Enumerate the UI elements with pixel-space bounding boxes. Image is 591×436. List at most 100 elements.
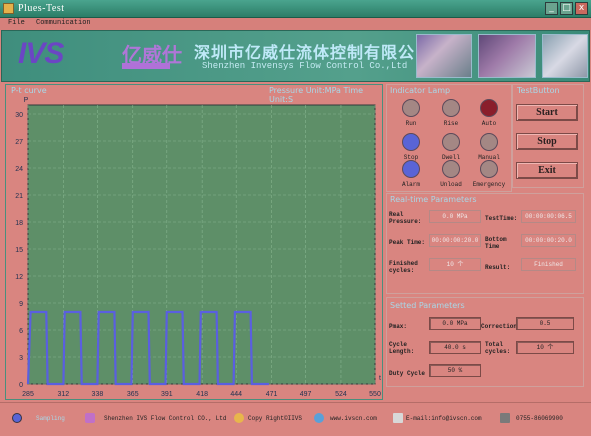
menu-bar: File Communication — [0, 18, 591, 30]
lamp-auto-icon — [480, 99, 498, 117]
lamp-run-icon — [402, 99, 420, 117]
title-bar: Plues-Test _ □ x — [0, 0, 591, 18]
lamp-label: Emergency — [472, 181, 506, 188]
indicator-title: Indicator Lamp — [390, 86, 451, 95]
test-time-value: 00:00:00:06.5 — [521, 210, 576, 223]
y-tick-label: 27 — [15, 139, 23, 146]
lamp-label: Rise — [443, 120, 459, 127]
pt-chart: 0 3 6 9 12 15 18 21 24 27 30 285 312 338 365 391 418 444 4… — [15, 97, 381, 398]
x-tick-label: 550 — [369, 391, 381, 398]
finished-cycles-value: 10 个 — [429, 258, 481, 271]
real-pressure-label: Real Pressure: — [389, 211, 422, 225]
y-tick-label: 30 — [15, 112, 23, 119]
x-tick-label: 444 — [230, 391, 242, 398]
status-company: Shenzhen IVS Flow Control CO., Ltd — [104, 415, 227, 422]
lamp-label: Auto — [481, 120, 497, 127]
menu-communication[interactable]: Communication — [36, 19, 91, 27]
product-photo-1 — [416, 34, 472, 78]
lamp-label: Run — [405, 120, 417, 127]
y-tick-label: 18 — [15, 220, 23, 227]
company-banner: IVS 亿威仕 深圳市亿威仕流体控制有限公司 Shenzhen Invensys… — [1, 30, 590, 82]
minimize-button[interactable]: _ — [545, 2, 558, 15]
company-name-cn: 深圳市亿威仕流体控制有限公司 — [194, 43, 433, 62]
x-tick-label: 312 — [58, 391, 70, 398]
correction-label: Correction: — [481, 323, 521, 330]
test-button-title: TestButton — [517, 86, 560, 95]
peak-time-value: 00:00:00:20.0 — [429, 234, 481, 247]
x-tick-label: 285 — [22, 391, 34, 398]
close-button[interactable]: x — [575, 2, 588, 15]
real-pressure-value: 0.0 MPa — [429, 210, 481, 223]
lamp-manual-icon — [480, 133, 498, 151]
sampling-status: Sampling — [36, 415, 65, 422]
maximize-button[interactable]: □ — [560, 2, 573, 15]
finished-cycles-label: Finished cycles: — [389, 260, 418, 274]
menu-file[interactable]: File — [8, 19, 25, 27]
pmax-label: Pmax: — [389, 323, 408, 330]
status-web[interactable]: www.ivscn.com — [330, 415, 377, 422]
y-tick-label: 12 — [15, 274, 23, 281]
setted-title: Setted Parameters — [390, 301, 465, 310]
status-phone: 0755-86069900 — [516, 415, 563, 422]
app-icon — [3, 3, 14, 14]
x-tick-label: 338 — [92, 391, 104, 398]
correction-input[interactable]: 0.5 — [516, 317, 574, 330]
lamp-stop-icon — [402, 133, 420, 151]
lamp-dwell-icon — [442, 133, 460, 151]
bottom-time-value: 00:00:00:20.0 — [521, 234, 576, 247]
lamp-label: Alarm — [401, 181, 420, 188]
sampling-icon — [12, 413, 22, 423]
duty-cycle-label: Duty Cycle — [389, 370, 426, 377]
lamp-emergency-icon — [480, 160, 498, 178]
x-axis-label: t — [379, 375, 381, 382]
product-photo-2 — [478, 34, 536, 78]
status-copyright: Copy Right©IIVS — [248, 415, 303, 422]
cycle-length-input[interactable]: 40.0 s — [429, 341, 481, 354]
peak-time-label: Peak Time: — [389, 239, 426, 246]
x-tick-label: 365 — [127, 391, 139, 398]
total-cycles-input[interactable]: 10 个 — [516, 341, 574, 354]
x-tick-label: 418 — [196, 391, 208, 398]
status-bar: Sampling Shenzhen IVS Flow Control CO., … — [0, 402, 591, 436]
status-email[interactable]: E-mail:info@ivscn.com — [406, 415, 482, 422]
x-tick-label: 497 — [300, 391, 312, 398]
email-icon — [393, 413, 403, 423]
result-value: Finished — [521, 258, 576, 271]
company-logo: IVS — [18, 37, 64, 70]
y-tick-label: 0 — [19, 382, 23, 389]
lamp-unload-icon — [442, 160, 460, 178]
copyright-icon — [234, 413, 244, 423]
stop-button[interactable]: Stop — [516, 133, 578, 150]
window-title: Plues-Test — [18, 3, 65, 14]
result-label: Result: — [485, 264, 511, 271]
company-name-en: Shenzhen Invensys Flow Control Co.,Ltd — [202, 61, 408, 71]
duty-cycle-input[interactable]: 50 % — [429, 364, 481, 377]
y-tick-label: 6 — [19, 328, 23, 335]
exit-button[interactable]: Exit — [516, 162, 578, 179]
logo-underline — [122, 63, 170, 69]
x-tick-label: 471 — [266, 391, 278, 398]
x-tick-label: 391 — [161, 391, 173, 398]
lamp-alarm-icon — [402, 160, 420, 178]
total-cycles-label: Total cycles: — [485, 341, 511, 355]
y-tick-label: 21 — [15, 193, 23, 200]
realtime-title: Real-time Parameters — [390, 195, 477, 204]
lamp-label: Unload — [440, 181, 462, 188]
product-photo-3 — [542, 34, 588, 78]
y-axis-label: P — [24, 97, 29, 104]
y-tick-label: 9 — [19, 301, 23, 308]
cycle-length-label: Cycle Length: — [389, 341, 415, 355]
phone-icon — [500, 413, 510, 423]
globe-icon — [314, 413, 324, 423]
lamp-rise-icon — [442, 99, 460, 117]
start-button[interactable]: Start — [516, 104, 578, 121]
bottom-time-label: Bottom Time — [485, 236, 507, 250]
x-tick-label: 524 — [335, 391, 347, 398]
company-icon — [85, 413, 95, 423]
pmax-input[interactable]: 0.0 MPa — [429, 317, 481, 330]
y-tick-label: 15 — [15, 247, 23, 254]
y-tick-label: 3 — [19, 355, 23, 362]
pt-curve-panel: P-t curve Pressure Unit:MPa Time Unit:S … — [5, 84, 383, 400]
y-tick-label: 24 — [15, 166, 23, 173]
test-time-label: TestTime: — [485, 215, 518, 222]
